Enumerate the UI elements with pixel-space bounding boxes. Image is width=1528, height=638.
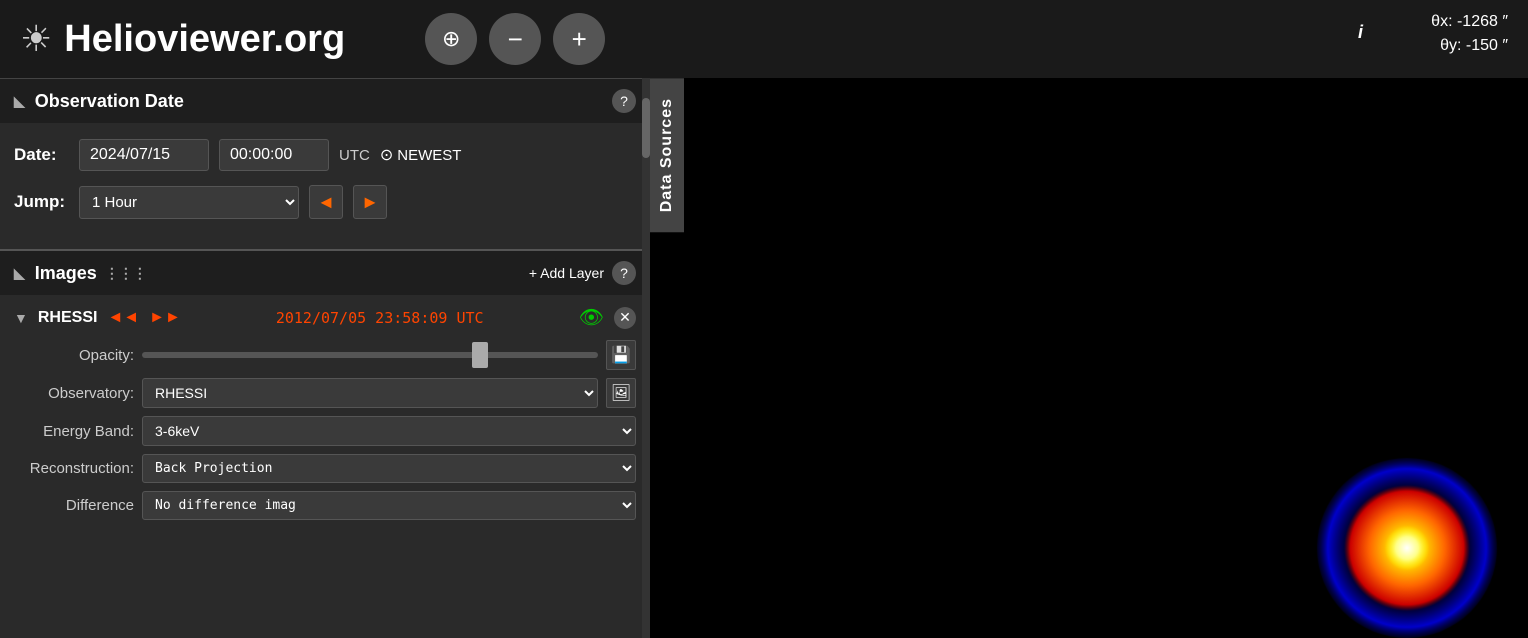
difference-label: Difference	[14, 497, 134, 514]
energy-band-row: Energy Band: 3-6keV 6-12keV 12-25keV 25-…	[14, 416, 636, 446]
observatory-row: Observatory: RHESSI 🖼	[14, 378, 636, 408]
layer-back-button[interactable]: ◄◄	[107, 309, 139, 327]
obs-help-button[interactable]: ?	[612, 89, 636, 113]
layer-timestamp: 2012/07/05 23:58:09 UTC	[191, 309, 569, 327]
images-help-button[interactable]: ?	[612, 261, 636, 285]
screenshot-button[interactable]: 🖼	[606, 378, 636, 408]
theta-y: θy: -150 ″	[1431, 34, 1508, 58]
scrollbar[interactable]	[642, 78, 650, 638]
zoom-in-button[interactable]: +	[553, 13, 605, 65]
data-sources-tab[interactable]: Data Sources	[650, 78, 684, 232]
jump-label: Jump:	[14, 192, 69, 212]
observation-date-header: ◣ Observation Date ?	[0, 78, 650, 123]
scroll-thumb[interactable]	[642, 98, 650, 158]
zoom-out-button[interactable]: −	[489, 13, 541, 65]
info-icon[interactable]: i	[1358, 22, 1363, 43]
logo-area: ☀ Helioviewer.org	[20, 18, 345, 61]
remove-layer-button[interactable]: ✕	[614, 307, 636, 329]
sun-logo-icon: ☀	[20, 18, 52, 60]
energy-band-label: Energy Band:	[14, 423, 134, 440]
left-panel: ◣ Observation Date ? Date: UTC ⊙ NEWEST …	[0, 78, 650, 638]
header: ☀ Helioviewer.org ⊕ − + i θx: -1268 ″ θy…	[0, 0, 1528, 78]
difference-row: Difference No difference imag Running di…	[14, 491, 636, 520]
time-input[interactable]	[219, 139, 329, 171]
solar-canvas	[1308, 438, 1528, 638]
coordinates-display: θx: -1268 ″ θy: -150 ″	[1431, 10, 1508, 58]
add-layer-label: + Add Layer	[529, 265, 604, 281]
grid-icon: ⋮⋮⋮	[105, 265, 147, 282]
layer-expand-icon[interactable]: ▼	[14, 310, 28, 326]
newest-label: NEWEST	[397, 147, 461, 164]
observatory-label: Observatory:	[14, 385, 134, 402]
visibility-toggle-button[interactable]: 👁	[579, 305, 604, 330]
energy-band-select[interactable]: 3-6keV 6-12keV 12-25keV 25-50keV	[142, 416, 636, 446]
date-row: Date: UTC ⊙ NEWEST	[14, 139, 636, 171]
center-button[interactable]: ⊕	[425, 13, 477, 65]
obs-section-content: Date: UTC ⊙ NEWEST Jump: 1 Hour 6 Hours …	[0, 123, 650, 249]
images-section-tag: ◣	[14, 265, 25, 282]
difference-select[interactable]: No difference imag Running difference Ba…	[142, 491, 636, 520]
date-label: Date:	[14, 145, 69, 165]
save-layer-button[interactable]: 💾	[606, 340, 636, 370]
reconstruction-label: Reconstruction:	[14, 460, 134, 477]
solar-image	[1308, 438, 1528, 638]
jump-row: Jump: 1 Hour 6 Hours 12 Hours 1 Day 1 We…	[14, 185, 636, 219]
images-header-left: ◣ Images ⋮⋮⋮	[14, 263, 147, 284]
newest-button[interactable]: ⊙ NEWEST	[380, 145, 462, 165]
images-section-title: Images	[35, 263, 97, 284]
reconstruction-select[interactable]: Back Projection Clean Pixon VIS Fwd Fit	[142, 454, 636, 483]
theta-x: θx: -1268 ″	[1431, 10, 1508, 34]
newest-icon: ⊙	[380, 145, 393, 165]
jump-forward-button[interactable]: ►	[353, 185, 387, 219]
layer-name: RHESSI	[38, 309, 98, 327]
layer-section: ▼ RHESSI ◄◄ ►► 2012/07/05 23:58:09 UTC 👁…	[0, 295, 650, 538]
layer-title-row: ▼ RHESSI ◄◄ ►► 2012/07/05 23:58:09 UTC 👁…	[14, 305, 636, 330]
jump-select[interactable]: 1 Hour 6 Hours 12 Hours 1 Day 1 Week 1 M…	[79, 186, 299, 219]
obs-header-left: ◣ Observation Date	[14, 91, 184, 112]
images-header-right: + Add Layer ?	[529, 261, 636, 285]
app-title: Helioviewer.org	[64, 18, 345, 61]
obs-section-title: Observation Date	[35, 91, 184, 112]
viewport[interactable]: × Note The RHESSI layer is 4392 days awa…	[650, 78, 1528, 638]
utc-label: UTC	[339, 147, 370, 164]
opacity-slider[interactable]	[142, 352, 598, 358]
images-section-header: ◣ Images ⋮⋮⋮ + Add Layer ?	[0, 249, 650, 295]
main-layout: ◣ Observation Date ? Date: UTC ⊙ NEWEST …	[0, 78, 1528, 638]
date-input[interactable]	[79, 139, 209, 171]
header-controls: ⊕ − +	[425, 13, 605, 65]
opacity-label: Opacity:	[14, 347, 134, 364]
reconstruction-row: Reconstruction: Back Projection Clean Pi…	[14, 454, 636, 483]
obs-section-tag: ◣	[14, 93, 25, 110]
layer-forward-button[interactable]: ►►	[149, 309, 181, 327]
opacity-row: Opacity: 💾	[14, 340, 636, 370]
jump-back-button[interactable]: ◄	[309, 185, 343, 219]
add-layer-button[interactable]: + Add Layer	[529, 265, 604, 281]
observatory-select[interactable]: RHESSI	[142, 378, 598, 408]
